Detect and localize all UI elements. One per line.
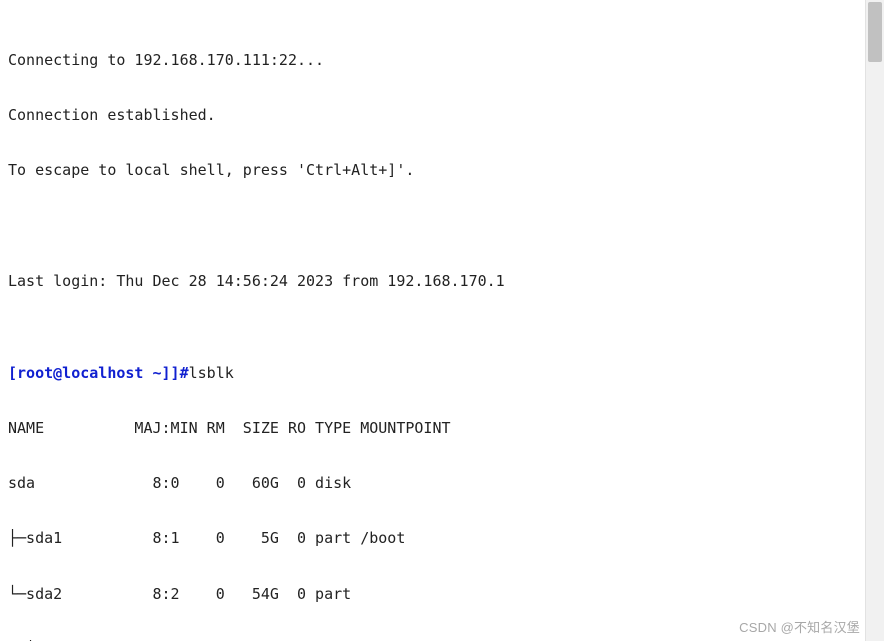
- lsblk-row: └─sda2 8:2 0 54G 0 part: [8, 585, 860, 603]
- lsblk-row: sda 8:0 0 60G 0 disk: [8, 474, 860, 492]
- terminal-viewport[interactable]: Connecting to 192.168.170.111:22... Conn…: [0, 0, 860, 641]
- watermark-text: CSDN @不知名汉堡: [739, 619, 860, 637]
- last-login-line: Last login: Thu Dec 28 14:56:24 2023 fro…: [8, 272, 860, 290]
- scrollbar-thumb[interactable]: [868, 2, 882, 62]
- command-text: lsblk: [189, 364, 234, 382]
- connect-line: Connecting to 192.168.170.111:22...: [8, 51, 860, 69]
- scrollbar-track[interactable]: [865, 0, 884, 641]
- terminal-output: Connecting to 192.168.170.111:22... Conn…: [0, 0, 860, 641]
- lsblk-header: NAME MAJ:MIN RM SIZE RO TYPE MOUNTPOINT: [8, 419, 860, 437]
- prompt-line: [root@localhost ~]]#lsblk: [8, 364, 860, 382]
- lsblk-row: ├─sda1 8:1 0 5G 0 part /boot: [8, 529, 860, 547]
- blank-line: [8, 216, 860, 234]
- established-line: Connection established.: [8, 106, 860, 124]
- escape-hint-line: To escape to local shell, press 'Ctrl+Al…: [8, 161, 860, 179]
